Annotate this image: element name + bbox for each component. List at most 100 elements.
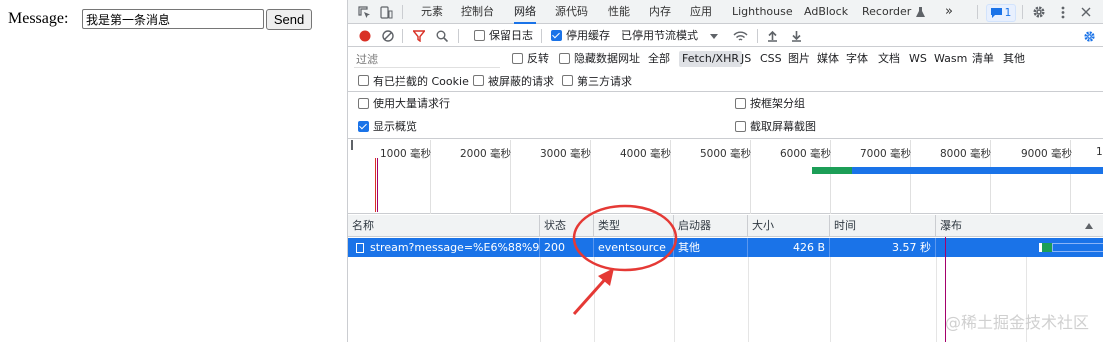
type-filter-wasm[interactable]: Wasm xyxy=(934,48,967,70)
tick-label: 1 xyxy=(1096,146,1103,158)
close-icon[interactable] xyxy=(1078,4,1094,20)
request-size: 426 B xyxy=(748,238,830,257)
preserve-log-checkbox[interactable] xyxy=(474,29,485,41)
device-toolbar-icon[interactable] xyxy=(378,4,394,20)
type-filter-doc[interactable]: 文档 xyxy=(878,48,900,70)
overview-timeline[interactable]: 1000 毫秒 2000 毫秒 3000 毫秒 4000 毫秒 5000 毫秒 … xyxy=(348,140,1103,214)
column-name[interactable]: 名称 xyxy=(348,215,540,237)
type-filter-font[interactable]: 字体 xyxy=(846,48,868,70)
waterfall-bar-waiting xyxy=(1042,243,1052,252)
third-party-checkbox[interactable] xyxy=(562,75,573,86)
capture-screenshots-checkbox[interactable] xyxy=(735,121,746,132)
file-icon xyxy=(355,242,364,253)
network-settings-pane: 使用大量请求行 按框架分组 显示概览 截取屏幕截图 xyxy=(348,93,1103,139)
devtools-panel: 元素 控制台 网络 源代码 性能 内存 应用 Lighthouse AdBloc… xyxy=(347,0,1103,342)
watermark: @稀土掘金技术社区 xyxy=(944,313,1089,332)
tab-lighthouse[interactable]: Lighthouse xyxy=(732,0,793,24)
tick-label: 8000 毫秒 xyxy=(940,148,992,160)
group-by-frame-checkbox[interactable] xyxy=(735,98,746,109)
request-name[interactable]: stream?message=%E6%88%91... xyxy=(348,238,540,257)
type-filter-ws[interactable]: WS xyxy=(909,48,927,70)
column-time[interactable]: 时间 xyxy=(830,215,936,237)
chevron-down-icon[interactable] xyxy=(709,30,719,42)
gear-icon[interactable] xyxy=(1031,4,1047,20)
dom-content-loaded-marker xyxy=(375,158,376,212)
type-filter-media[interactable]: 媒体 xyxy=(817,48,839,70)
annotation-arrow-line xyxy=(572,274,610,316)
network-conditions-icon[interactable] xyxy=(732,29,748,43)
overview-waiting-bar xyxy=(812,167,852,174)
export-har-icon[interactable] xyxy=(789,29,803,43)
annotation-overlay xyxy=(572,204,678,316)
load-marker xyxy=(377,158,378,212)
throttling-select[interactable]: 已停用节流模式 xyxy=(621,25,698,47)
tick-label: 7000 毫秒 xyxy=(860,148,912,160)
sort-ascending-icon[interactable] xyxy=(1084,221,1094,231)
tab-recorder[interactable]: Recorder xyxy=(862,0,911,24)
type-filter-img[interactable]: 图片 xyxy=(788,48,810,70)
network-toolbar: 保留日志 停用缓存 已停用节流模式 xyxy=(348,25,1103,47)
column-waterfall[interactable]: 瀑布 xyxy=(936,215,1103,237)
blocked-cookies-label: 有已拦截的 Cookie xyxy=(373,75,469,88)
annotation-circle xyxy=(572,204,678,272)
group-by-frame-label: 按框架分组 xyxy=(750,97,805,110)
table-row[interactable]: stream?message=%E6%88%91... 200 eventsou… xyxy=(348,238,1103,257)
tab-performance[interactable]: 性能 xyxy=(608,0,630,24)
type-filter-other[interactable]: 其他 xyxy=(1003,48,1025,70)
kebab-menu-icon[interactable] xyxy=(1055,4,1071,20)
tab-memory[interactable]: 内存 xyxy=(649,0,671,24)
tab-application[interactable]: 应用 xyxy=(690,0,712,24)
issues-button[interactable]: 1 xyxy=(986,4,1016,22)
tab-sources[interactable]: 源代码 xyxy=(555,0,588,24)
request-initiator[interactable]: 其他 xyxy=(674,238,748,257)
blocked-requests-label: 被屏蔽的请求 xyxy=(488,75,554,88)
more-tabs-button[interactable]: » xyxy=(945,0,953,24)
invert-checkbox[interactable] xyxy=(512,53,523,64)
message-icon xyxy=(990,8,1002,18)
send-button[interactable]: Send xyxy=(266,9,312,30)
tick-label: 1000 毫秒 xyxy=(380,148,432,160)
message-label: Message: xyxy=(8,10,69,27)
invert-label: 反转 xyxy=(527,52,549,65)
tick-label: 9000 毫秒 xyxy=(1021,148,1073,160)
tick-label: 5000 毫秒 xyxy=(700,148,752,160)
hide-data-urls-label: 隐藏数据网址 xyxy=(574,52,640,65)
type-filter-js[interactable]: JS xyxy=(741,48,751,70)
tab-network[interactable]: 网络 xyxy=(514,0,536,24)
column-size[interactable]: 大小 xyxy=(748,215,830,237)
overview-download-bar xyxy=(852,167,1103,174)
search-icon[interactable] xyxy=(435,29,449,43)
column-initiator[interactable]: 启动器 xyxy=(674,215,748,237)
tick-label: 3000 毫秒 xyxy=(540,148,592,160)
devtools-tabbar: 元素 控制台 网络 源代码 性能 内存 应用 Lighthouse AdBloc… xyxy=(348,0,1103,24)
capture-screenshots-label: 截取屏幕截图 xyxy=(750,120,816,133)
blocked-cookies-checkbox[interactable] xyxy=(358,75,369,86)
disable-cache-checkbox[interactable] xyxy=(551,29,562,41)
third-party-label: 第三方请求 xyxy=(577,75,632,88)
type-filter-fetch-xhr[interactable]: Fetch/XHR xyxy=(679,51,742,67)
filter-icon[interactable] xyxy=(412,29,426,43)
type-filter-all[interactable]: 全部 xyxy=(648,48,670,70)
message-input[interactable] xyxy=(82,9,264,29)
type-filter-manifest[interactable]: 清单 xyxy=(972,48,994,70)
tab-adblock[interactable]: AdBlock xyxy=(804,0,848,24)
import-har-icon[interactable] xyxy=(765,29,779,43)
clear-icon[interactable] xyxy=(381,29,395,43)
disable-cache-label: 停用缓存 xyxy=(566,29,610,42)
show-overview-checkbox[interactable] xyxy=(358,121,369,132)
blocked-requests-checkbox[interactable] xyxy=(473,75,484,86)
tick-label: 6000 毫秒 xyxy=(780,148,832,160)
show-overview-label: 显示概览 xyxy=(373,120,417,133)
tick-label: 4000 毫秒 xyxy=(620,148,672,160)
issues-count: 1 xyxy=(1004,7,1012,19)
record-icon[interactable] xyxy=(358,29,372,43)
tab-elements[interactable]: 元素 xyxy=(421,0,443,24)
filter-input[interactable] xyxy=(354,51,500,68)
tab-console[interactable]: 控制台 xyxy=(461,0,494,24)
blocked-filters-bar: 有已拦截的 Cookie 被屏蔽的请求 第三方请求 xyxy=(348,71,1103,92)
inspect-element-icon[interactable] xyxy=(356,4,372,20)
network-settings-gear-icon[interactable] xyxy=(1082,29,1096,43)
large-rows-checkbox[interactable] xyxy=(358,98,369,109)
type-filter-css[interactable]: CSS xyxy=(760,48,782,70)
hide-data-urls-checkbox[interactable] xyxy=(559,53,570,64)
